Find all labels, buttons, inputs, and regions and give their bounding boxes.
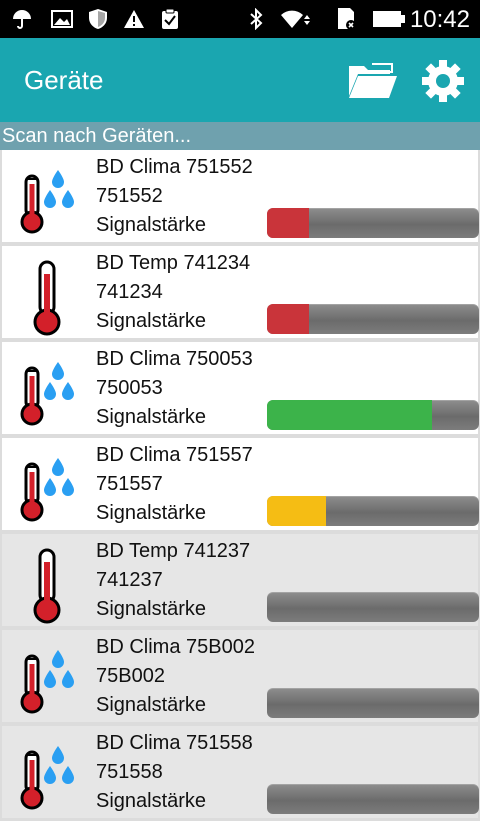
signal-label: Signalstärke [96, 790, 207, 812]
page-title: Geräte [24, 65, 104, 95]
device-id: 75B002 [96, 665, 165, 687]
wifi-icon [280, 8, 310, 30]
signal-strength-bar [267, 400, 479, 430]
thermometer-humidity-icon [14, 736, 84, 816]
device-id: 751552 [96, 185, 163, 207]
device-name: BD Clima 751552 [96, 156, 253, 178]
signal-strength-bar [267, 784, 479, 814]
list-item[interactable]: BD Clima 751558 751558 Signalstärke [2, 726, 479, 818]
shield-icon [86, 8, 110, 30]
signal-strength-fill [267, 496, 327, 526]
device-name: BD Clima 751558 [96, 732, 253, 754]
sdcard-icon [334, 8, 358, 30]
thermometer-humidity-icon [14, 160, 84, 240]
folder-icon [349, 63, 397, 98]
thermometer-icon [14, 544, 84, 624]
thermometer-icon [14, 256, 84, 336]
signal-strength-bar [267, 208, 479, 238]
thermometer-humidity-icon [14, 448, 84, 528]
device-name: BD Clima 75B002 [96, 636, 255, 658]
device-id: 741234 [96, 281, 163, 303]
device-name: BD Temp 741234 [96, 252, 251, 274]
signal-strength-fill [267, 400, 433, 430]
clipboard-check-icon [158, 8, 182, 30]
settings-button[interactable] [420, 58, 466, 104]
signal-strength-bar [267, 592, 479, 622]
warning-icon [122, 8, 146, 30]
device-id: 741237 [96, 569, 163, 591]
signal-strength-fill [267, 208, 310, 238]
thermometer-humidity-icon [14, 352, 84, 432]
signal-strength-bar [267, 496, 479, 526]
list-item[interactable]: BD Temp 741237 741237 Signalstärke [2, 534, 479, 626]
signal-strength-bar [267, 304, 479, 334]
signal-strength-fill [267, 304, 310, 334]
device-id: 751558 [96, 761, 163, 783]
signal-label: Signalstärke [96, 694, 207, 716]
list-item[interactable]: BD Clima 751557 751557 Signalstärke [2, 438, 479, 530]
signal-label: Signalstärke [96, 310, 207, 332]
open-folder-button[interactable] [346, 58, 400, 104]
device-name: BD Temp 741237 [96, 540, 251, 562]
signal-label: Signalstärke [96, 406, 207, 428]
status-time: 10:42 [409, 6, 470, 33]
status-bar: 10:42 [0, 0, 480, 38]
image-icon [50, 8, 74, 30]
scan-status-bar: Scan nach Geräten... [0, 122, 480, 150]
device-id: 751557 [96, 473, 163, 495]
signal-strength-bar [267, 688, 479, 718]
signal-label: Signalstärke [96, 598, 207, 620]
device-id: 750053 [96, 377, 163, 399]
bluetooth-icon [244, 8, 268, 30]
umbrella-icon [10, 8, 34, 30]
list-item[interactable]: BD Temp 741234 741234 Signalstärke [2, 246, 479, 338]
list-item[interactable]: BD Clima 750053 750053 Signalstärke [2, 342, 479, 434]
scan-status-text: Scan nach Geräten... [2, 125, 192, 147]
list-item[interactable]: BD Clima 75B002 75B002 Signalstärke [2, 630, 479, 722]
device-name: BD Clima 751557 [96, 444, 253, 466]
device-name: BD Clima 750053 [96, 348, 253, 370]
list-item[interactable]: BD Clima 751552 751552 Signalstärke [2, 150, 479, 242]
signal-label: Signalstärke [96, 214, 207, 236]
signal-label: Signalstärke [96, 502, 207, 524]
battery-icon [372, 8, 406, 30]
gear-icon [422, 60, 464, 102]
app-bar: Geräte [0, 38, 480, 122]
thermometer-humidity-icon [14, 640, 84, 720]
